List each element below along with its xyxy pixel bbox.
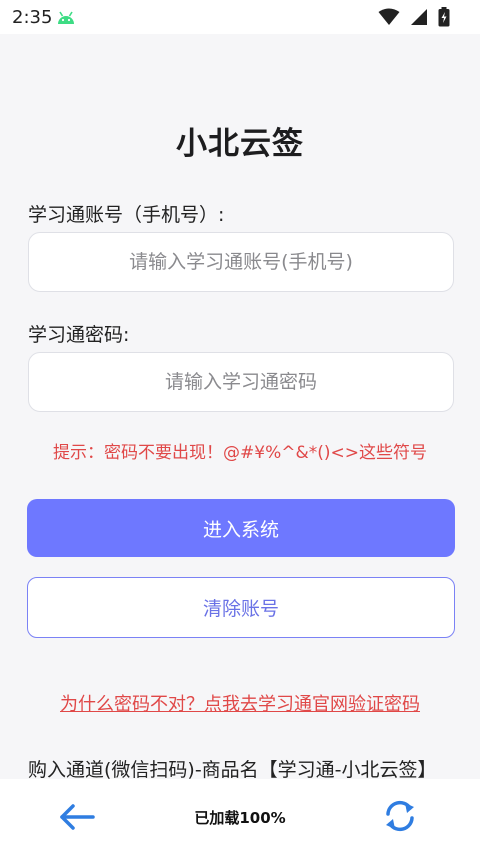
account-label: 学习通账号（手机号）: xyxy=(28,204,225,226)
purchase-info: 购入通道(微信扫码)-商品名【学习通-小北云签】 xyxy=(28,759,437,781)
status-bar: 2:35 xyxy=(0,0,480,34)
battery-charging-icon xyxy=(438,7,450,27)
status-time: 2:35 xyxy=(12,7,53,28)
signal-icon xyxy=(410,8,428,26)
wifi-icon xyxy=(378,8,400,26)
bottom-toolbar: 已加载100% xyxy=(0,779,480,853)
page-title: 小北云签 xyxy=(176,126,304,162)
refresh-icon[interactable] xyxy=(383,799,417,833)
password-input[interactable] xyxy=(28,352,454,412)
login-button[interactable]: 进入系统 xyxy=(27,499,455,557)
clear-account-button[interactable]: 清除账号 xyxy=(27,577,455,638)
password-label: 学习通密码: xyxy=(28,324,130,346)
password-hint: 提示：密码不要出现！@#¥%^&*()<>这些符号 xyxy=(53,443,427,463)
account-input[interactable] xyxy=(28,232,454,292)
verify-password-link[interactable]: 为什么密码不对？点我去学习通官网验证密码 xyxy=(0,690,480,716)
android-debug-icon xyxy=(56,8,76,26)
